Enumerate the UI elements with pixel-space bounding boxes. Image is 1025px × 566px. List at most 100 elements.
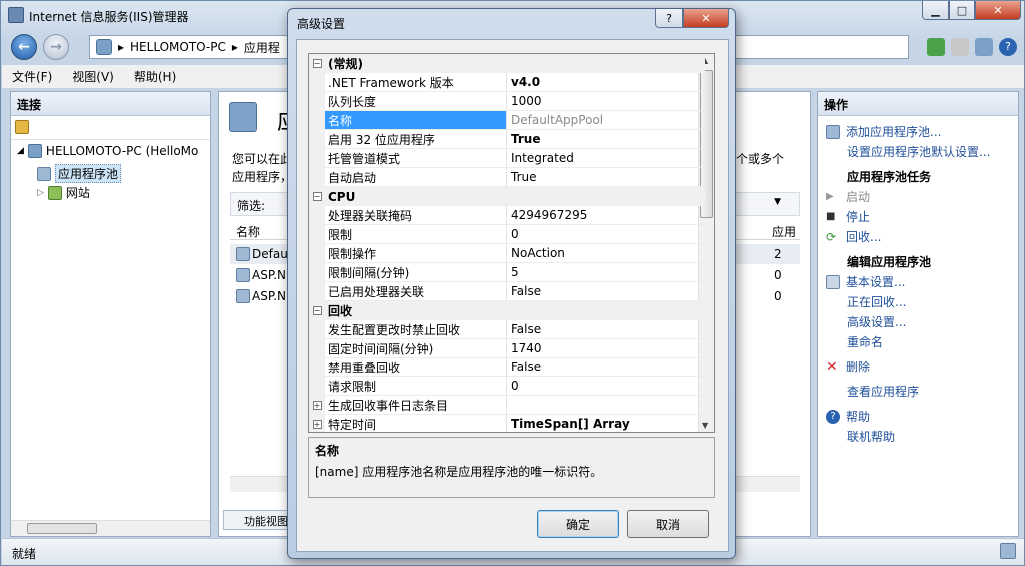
app-pool-icon xyxy=(236,289,250,303)
property-value[interactable]: NoAction xyxy=(507,244,705,263)
property-name: 队列长度 xyxy=(325,92,507,111)
property-row[interactable]: .NET Framework 版本 v4.0 xyxy=(309,73,705,92)
property-value[interactable]: DefaultAppPool xyxy=(507,111,705,130)
property-row[interactable]: 限制操作 NoAction xyxy=(309,244,705,263)
tree-item-app-pools[interactable]: 应用程序池 xyxy=(37,164,122,183)
dropdown-arrow-icon[interactable]: ▼ xyxy=(774,197,781,207)
property-name: 请求限制 xyxy=(325,377,507,396)
property-row[interactable]: 发生配置更改时禁止回收 False xyxy=(309,320,705,339)
property-row[interactable]: 处理器关联掩码 4294967295 xyxy=(309,206,705,225)
breadcrumb-separator-icon: ▸ xyxy=(118,40,125,54)
ok-button[interactable]: 确定 xyxy=(537,510,619,538)
stop-action[interactable]: ■ 停止 xyxy=(826,208,870,225)
tree-item-server[interactable]: ◢ HELLOMOTO-PC (HelloMo xyxy=(17,144,198,158)
settings-icon xyxy=(826,274,840,289)
delete-action[interactable]: ✕ 删除 xyxy=(826,358,870,375)
property-value[interactable]: 5 xyxy=(507,263,705,282)
description-text: [name] 应用程序池名称是应用程序池的唯一标识符。 xyxy=(315,465,603,479)
property-value[interactable]: TimeSpan[] Array xyxy=(507,415,705,432)
breadcrumb-item-server[interactable]: HELLOMOTO-PC xyxy=(130,40,226,54)
home-icon[interactable] xyxy=(975,38,993,56)
set-defaults-action[interactable]: 设置应用程序池默认设置... xyxy=(847,143,990,160)
property-name: 启用 32 位应用程序 xyxy=(325,130,507,149)
property-row[interactable]: 托管管道模式 Integrated xyxy=(309,149,705,168)
property-value[interactable]: 0 xyxy=(507,377,705,396)
property-row[interactable]: 禁用重叠回收 False xyxy=(309,358,705,377)
property-row-margin: + xyxy=(309,396,325,415)
property-value[interactable]: 1740 xyxy=(507,339,705,358)
property-category[interactable]: − (常规) xyxy=(309,54,705,73)
refresh-icon[interactable] xyxy=(927,38,945,56)
expand-icon[interactable]: + xyxy=(312,401,322,410)
basic-settings-action[interactable]: 基本设置... xyxy=(826,273,905,290)
collapse-icon[interactable]: − xyxy=(312,306,322,315)
view-apps-action[interactable]: 查看应用程序 xyxy=(847,383,919,400)
column-apps[interactable]: 应用 xyxy=(772,223,796,240)
connect-icon[interactable] xyxy=(15,120,29,134)
help-action[interactable]: ? 帮助 xyxy=(826,408,870,425)
scroll-thumb[interactable] xyxy=(27,523,97,534)
property-value[interactable]: 4294967295 xyxy=(507,206,705,225)
rename-action[interactable]: 重命名 xyxy=(847,333,883,350)
property-value[interactable]: True xyxy=(507,130,705,149)
expand-icon[interactable]: ▷ xyxy=(37,188,44,198)
recycling-action[interactable]: 正在回收... xyxy=(847,293,906,310)
property-value[interactable]: 1000 xyxy=(507,92,705,111)
property-row[interactable]: 限制间隔(分钟) 5 xyxy=(309,263,705,282)
back-button[interactable]: ← xyxy=(11,34,37,60)
menu-help[interactable]: 帮助(H) xyxy=(134,68,176,85)
pool-tasks-header: 应用程序池任务 xyxy=(847,170,932,184)
property-row[interactable]: + 特定时间 TimeSpan[] Array xyxy=(309,415,705,432)
collapse-icon[interactable]: − xyxy=(312,192,322,201)
help-icon[interactable]: ? xyxy=(999,38,1017,56)
connections-hscrollbar[interactable] xyxy=(11,520,210,536)
property-row-margin xyxy=(309,149,325,168)
cancel-button[interactable]: 取消 xyxy=(627,510,709,538)
add-app-pool-action[interactable]: 添加应用程序池... xyxy=(826,123,941,140)
property-row-margin xyxy=(309,111,325,130)
property-value[interactable]: v4.0 xyxy=(507,73,705,92)
property-value[interactable]: 0 xyxy=(507,225,705,244)
minimize-button[interactable]: ▁ xyxy=(922,1,949,20)
property-row[interactable]: 固定时间间隔(分钟) 1740 xyxy=(309,339,705,358)
menu-file[interactable]: 文件(F) xyxy=(12,68,52,85)
start-action[interactable]: ▶ 启动 xyxy=(826,188,870,205)
column-name[interactable]: 名称 xyxy=(236,225,260,239)
stop-icon[interactable] xyxy=(951,38,969,56)
pool-app-count: 2 xyxy=(774,247,782,261)
dialog-close-button[interactable]: ✕ xyxy=(683,9,729,28)
pool-name: ASP.N xyxy=(252,289,286,303)
property-row[interactable]: 队列长度 1000 xyxy=(309,92,705,111)
breadcrumb-item-pools[interactable]: 应用程 xyxy=(244,39,280,56)
forward-button[interactable]: → xyxy=(43,34,69,60)
property-value[interactable]: False xyxy=(507,358,705,377)
expand-icon[interactable]: + xyxy=(312,420,322,429)
property-value[interactable]: Integrated xyxy=(507,149,705,168)
online-help-action[interactable]: 联机帮助 xyxy=(847,428,895,445)
property-name: 生成回收事件日志条目 xyxy=(325,396,507,415)
menu-view[interactable]: 视图(V) xyxy=(72,68,114,85)
property-row[interactable]: 限制 0 xyxy=(309,225,705,244)
recycle-action[interactable]: ⟳ 回收... xyxy=(826,228,881,245)
property-row[interactable]: 名称 DefaultAppPool xyxy=(309,111,705,130)
property-category[interactable]: − 回收 xyxy=(309,301,705,320)
property-row[interactable]: + 生成回收事件日志条目 xyxy=(309,396,705,415)
property-value[interactable]: False xyxy=(507,320,705,339)
property-category[interactable]: − CPU xyxy=(309,187,705,206)
property-row[interactable]: 已启用处理器关联 False xyxy=(309,282,705,301)
collapse-icon[interactable]: − xyxy=(312,59,322,68)
tree-item-sites[interactable]: ▷ 网站 xyxy=(37,184,90,201)
property-grid: ▲ ▼ − (常规) .NET Framework 版本 v4.0 队列长度 1000 名称… xyxy=(308,53,715,433)
property-row[interactable]: 自动启动 True xyxy=(309,168,705,187)
property-value[interactable]: False xyxy=(507,282,705,301)
feature-view-tab[interactable]: 功能视图 xyxy=(223,510,295,530)
property-row[interactable]: 启用 32 位应用程序 True xyxy=(309,130,705,149)
dialog-help-button[interactable]: ? xyxy=(655,9,683,28)
property-row[interactable]: 请求限制 0 xyxy=(309,377,705,396)
maximize-button[interactable]: □ xyxy=(949,1,975,20)
collapse-icon[interactable]: ◢ xyxy=(17,146,24,156)
property-value[interactable]: True xyxy=(507,168,705,187)
advanced-settings-action[interactable]: 高级设置... xyxy=(847,313,906,330)
close-button[interactable]: ✕ xyxy=(975,1,1021,20)
property-value[interactable] xyxy=(507,396,705,415)
